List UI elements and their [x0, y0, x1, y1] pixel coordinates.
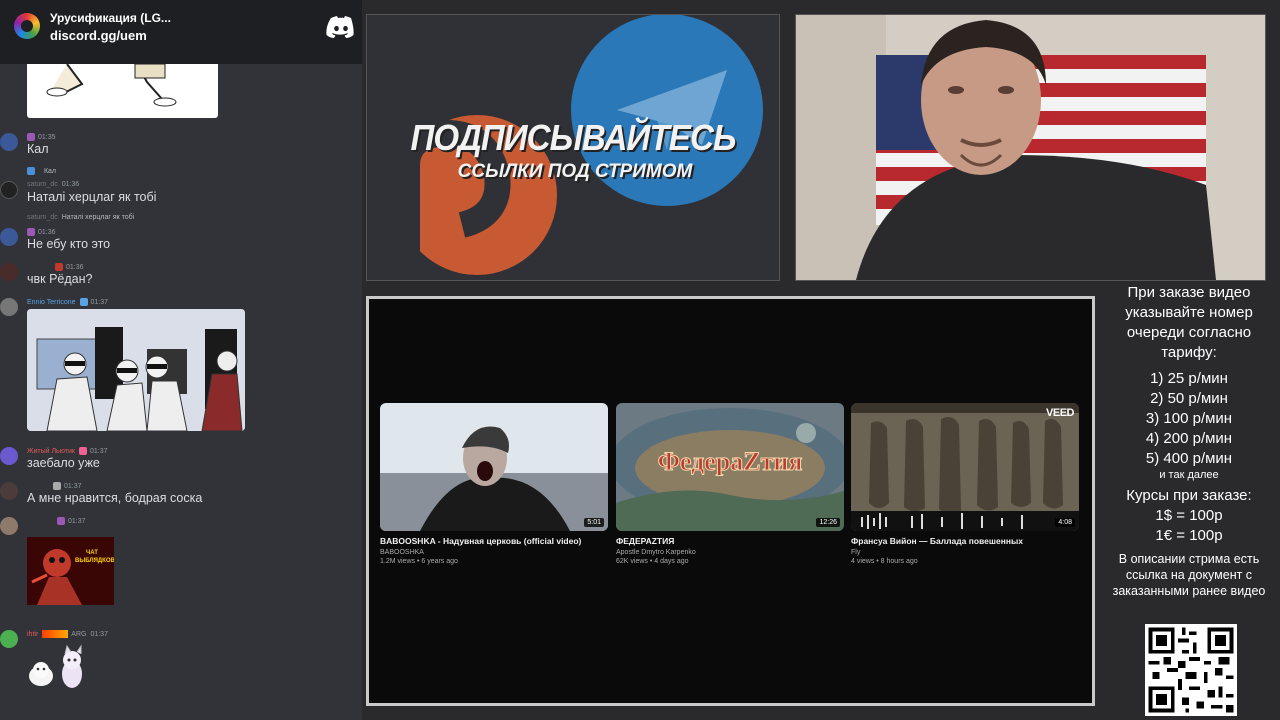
message-meta: Ennio Terricone 01:37 [27, 298, 108, 306]
veed-watermark: VEED [1046, 407, 1074, 419]
avatar[interactable] [0, 228, 18, 246]
timestamp: 01:37 [68, 517, 86, 525]
reply-text: Наталі херцлаг як тобі [61, 214, 135, 221]
order-heading: При заказе видео указывайте номер очеред… [1125, 284, 1253, 361]
reply-text: Кал [43, 167, 57, 175]
video-title[interactable]: ФЕДЕРАZТИЯ [616, 536, 844, 546]
video-card[interactable]: 5:01 BABOOSHKA - Надувная церковь (offic… [380, 403, 608, 565]
webcam-feed [795, 14, 1266, 281]
username[interactable]: saturn_dc [27, 181, 58, 188]
discord-logo-icon [326, 16, 354, 38]
message-text: Не ебу кто это [27, 237, 111, 251]
message-meta: saturn_dc 01:36 [27, 181, 79, 188]
message-text: А мне нравится, бодрая соска [27, 491, 203, 505]
message-text: заебало уже [27, 456, 100, 470]
reply-username: saturn_dc [27, 214, 58, 221]
timestamp: 01:35 [38, 133, 56, 141]
timestamp: 01:36 [38, 228, 56, 236]
video-stats: 62K views • 4 days ago [616, 558, 689, 565]
reply-preview: Кал [27, 167, 56, 175]
timestamp: 01:36 [61, 181, 80, 188]
message-meta: ihtir ARG 01:37 [27, 630, 108, 638]
video-card[interactable]: ФедераZтия 12:26 ФЕДЕРАZТИЯ Apostle Dmyt… [616, 403, 844, 565]
video-channel[interactable]: Fly [851, 549, 1079, 556]
server-name: Урусификация (LG... [50, 11, 171, 25]
youtube-related-videos: 5:01 BABOOSHKA - Надувная церковь (offic… [366, 296, 1095, 706]
avatar[interactable] [0, 482, 18, 500]
rate-item: 1€ = 100р [1155, 527, 1223, 544]
message-meta: Житый Льютик 01:37 [27, 447, 108, 455]
banner-title: ПОДПИСЫВАЙТЕСЬ [410, 117, 737, 158]
chat-image-cartoon[interactable] [27, 64, 218, 118]
video-stats: 1.2M views • 6 years ago [380, 558, 458, 565]
message-meta: 01:37 [27, 517, 86, 525]
avatar[interactable] [0, 630, 18, 648]
video-stats: 4 views • 8 hours ago [851, 558, 918, 565]
role-tag: ARG [71, 630, 87, 638]
sticker-caption: ЧАТ ВЫБЛЯДКОВ [75, 550, 114, 564]
rate-item: 1$ = 100р [1155, 507, 1223, 524]
message-text: Кал [27, 142, 49, 156]
server-icon [14, 13, 40, 39]
message-text: чвк Рёдан? [27, 272, 93, 286]
discord-widget-header: Урусификация (LG... discord.gg/uem [0, 0, 362, 64]
video-duration: 4:08 [1055, 518, 1075, 527]
username[interactable]: Ennio Terricone [27, 299, 76, 306]
avatar[interactable] [0, 133, 18, 151]
qr-code-icon[interactable] [1145, 624, 1237, 716]
message-meta: 01:35 [27, 133, 56, 141]
message-text: Наталі херцлаг як тобі [27, 190, 157, 204]
tariff-list: 1) 25 р/мин 2) 50 р/мин 3) 100 р/мин 4) … [1098, 369, 1280, 469]
rates-title: Курсы при заказе: [1126, 487, 1252, 504]
tariff-item: 3) 100 р/мин [1145, 410, 1233, 427]
timestamp: 01:36 [66, 263, 84, 271]
thumbnail-text: ФедераZтия [657, 447, 803, 477]
chat-image-meme[interactable] [27, 309, 245, 431]
username[interactable]: ihtir [27, 631, 38, 638]
timestamp: 01:37 [90, 630, 108, 638]
avatar[interactable] [0, 181, 18, 199]
video-thumbnail[interactable]: ФедераZтия 12:26 [616, 403, 844, 531]
tariff-item: 4) 200 р/мин [1145, 430, 1233, 447]
chat-sticker-cats[interactable] [27, 642, 89, 692]
username[interactable]: Житый Льютик [27, 448, 75, 455]
tariff-item: 2) 50 р/мин [1150, 390, 1228, 407]
description-note: В описании стрима есть ссылка на докумен… [1112, 552, 1266, 598]
subscribe-banner: ПОДПИСЫВАЙТЕСЬ ССЫЛКИ ПОД СТРИМОМ [366, 14, 780, 281]
video-duration: 12:26 [816, 518, 840, 527]
timestamp: 01:37 [89, 447, 108, 455]
timestamp: 01:37 [64, 482, 82, 490]
avatar[interactable] [0, 447, 18, 465]
video-card[interactable]: VEED 4:08 Франсуа Вийон — Баллада повеше… [851, 403, 1079, 565]
banner-subtitle: ССЫЛКИ ПОД СТРИМОМ [457, 161, 693, 182]
reply-preview: saturn_dc Наталі херцлаг як тобі [27, 214, 134, 221]
avatar[interactable] [0, 517, 18, 535]
message-meta: 01:36 [27, 263, 84, 271]
message-meta: 01:37 [27, 482, 82, 490]
video-duration: 5:01 [584, 518, 604, 527]
tariff-item: 1) 25 р/мин [1150, 370, 1228, 387]
video-title[interactable]: BABOOSHKA - Надувная церковь (official v… [380, 536, 608, 546]
video-thumbnail[interactable]: VEED 4:08 [851, 403, 1079, 531]
video-channel[interactable]: Apostle Dmytro Karpenko [616, 549, 844, 556]
tariff-item: 5) 400 р/мин [1145, 450, 1233, 467]
order-info-panel: При заказе видео указывайте номер очеред… [1098, 283, 1280, 599]
message-meta: 01:36 [27, 228, 56, 236]
video-thumbnail[interactable]: 5:01 [380, 403, 608, 531]
discord-chat-overlay: Урусификация (LG... discord.gg/uem 01:35… [0, 0, 362, 720]
video-channel[interactable]: BABOOSHKA [380, 549, 608, 556]
avatar[interactable] [0, 263, 18, 281]
tariff-etc: и так далее [1159, 469, 1219, 481]
video-title[interactable]: Франсуа Вийон — Баллада повешенных [851, 536, 1079, 546]
server-invite-link[interactable]: discord.gg/uem [50, 28, 147, 43]
chat-image-sticker[interactable]: ЧАТ ВЫБЛЯДКОВ [27, 537, 114, 605]
timestamp: 01:37 [90, 298, 109, 306]
avatar[interactable] [0, 298, 18, 316]
